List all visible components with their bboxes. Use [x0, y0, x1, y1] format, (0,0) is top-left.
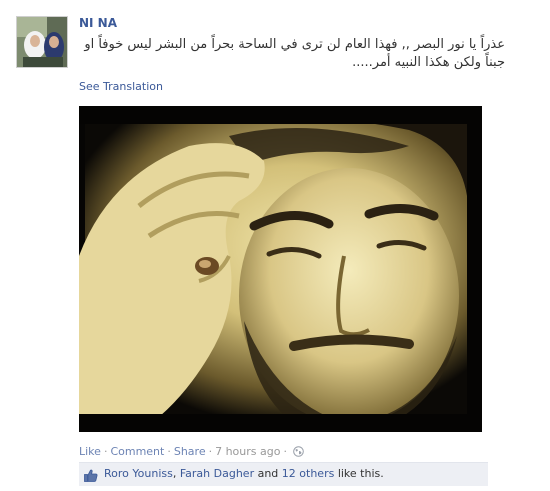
share-link[interactable]: Share — [174, 445, 206, 458]
likes-and-text: and — [254, 467, 282, 480]
separator-dot: · — [167, 445, 171, 458]
post-photo-image — [79, 106, 482, 432]
like-link[interactable]: Like — [79, 445, 101, 458]
post-actions: Like · Comment · Share · 7 hours ago · — [79, 445, 304, 460]
liker-name-link[interactable]: Farah Dagher — [180, 467, 254, 480]
see-translation-link[interactable]: See Translation — [79, 80, 163, 93]
separator-dot: · — [103, 445, 108, 458]
others-liked-link[interactable]: 12 others — [282, 467, 335, 480]
post-text-line-2: جبناً ولكن هكذا النبيه أمر..... — [352, 55, 505, 70]
separator-dot: · — [208, 445, 213, 458]
post-photo[interactable] — [79, 106, 482, 432]
post-text: عذراً يا نور البصر ,, فهذا العام لن ترى … — [79, 36, 505, 72]
thumbs-up-icon — [84, 468, 98, 490]
globe-icon[interactable] — [293, 446, 304, 460]
likes-separator: , — [172, 467, 180, 480]
separator-dot: · — [283, 445, 287, 458]
likes-text: Roro Youniss, Farah Dagher and 12 others… — [104, 463, 384, 485]
liker-name-link[interactable]: Roro Youniss — [104, 467, 173, 480]
post-timestamp[interactable]: 7 hours ago — [215, 445, 280, 458]
likes-suffix: like this. — [334, 467, 384, 480]
author-avatar[interactable] — [16, 16, 68, 68]
post-author-name[interactable]: NI NA — [79, 16, 117, 30]
likes-summary: Roro Youniss, Farah Dagher and 12 others… — [79, 462, 488, 486]
comment-link[interactable]: Comment — [110, 445, 164, 458]
post-text-line-1: عذراً يا نور البصر ,, فهذا العام لن ترى … — [84, 37, 505, 52]
avatar-photo — [17, 17, 67, 67]
